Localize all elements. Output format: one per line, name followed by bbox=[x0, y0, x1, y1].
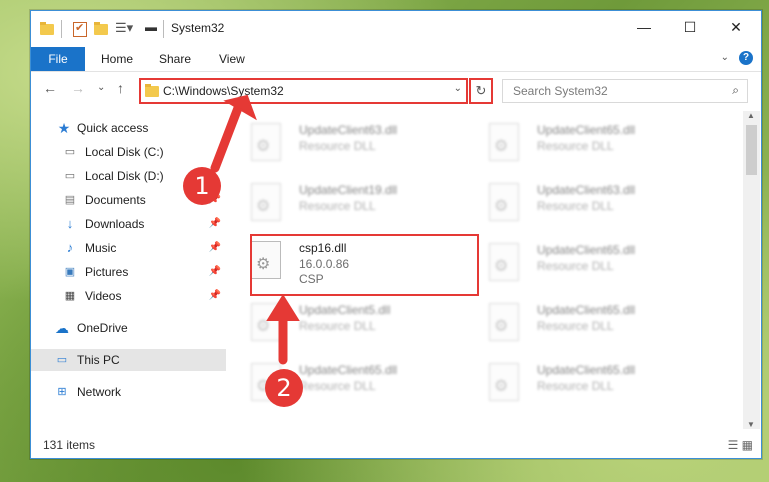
annotation-marker-1: 1 bbox=[183, 167, 221, 205]
annotation-marker-2: 2 bbox=[265, 369, 303, 407]
annotation-arrows bbox=[210, 94, 300, 365]
